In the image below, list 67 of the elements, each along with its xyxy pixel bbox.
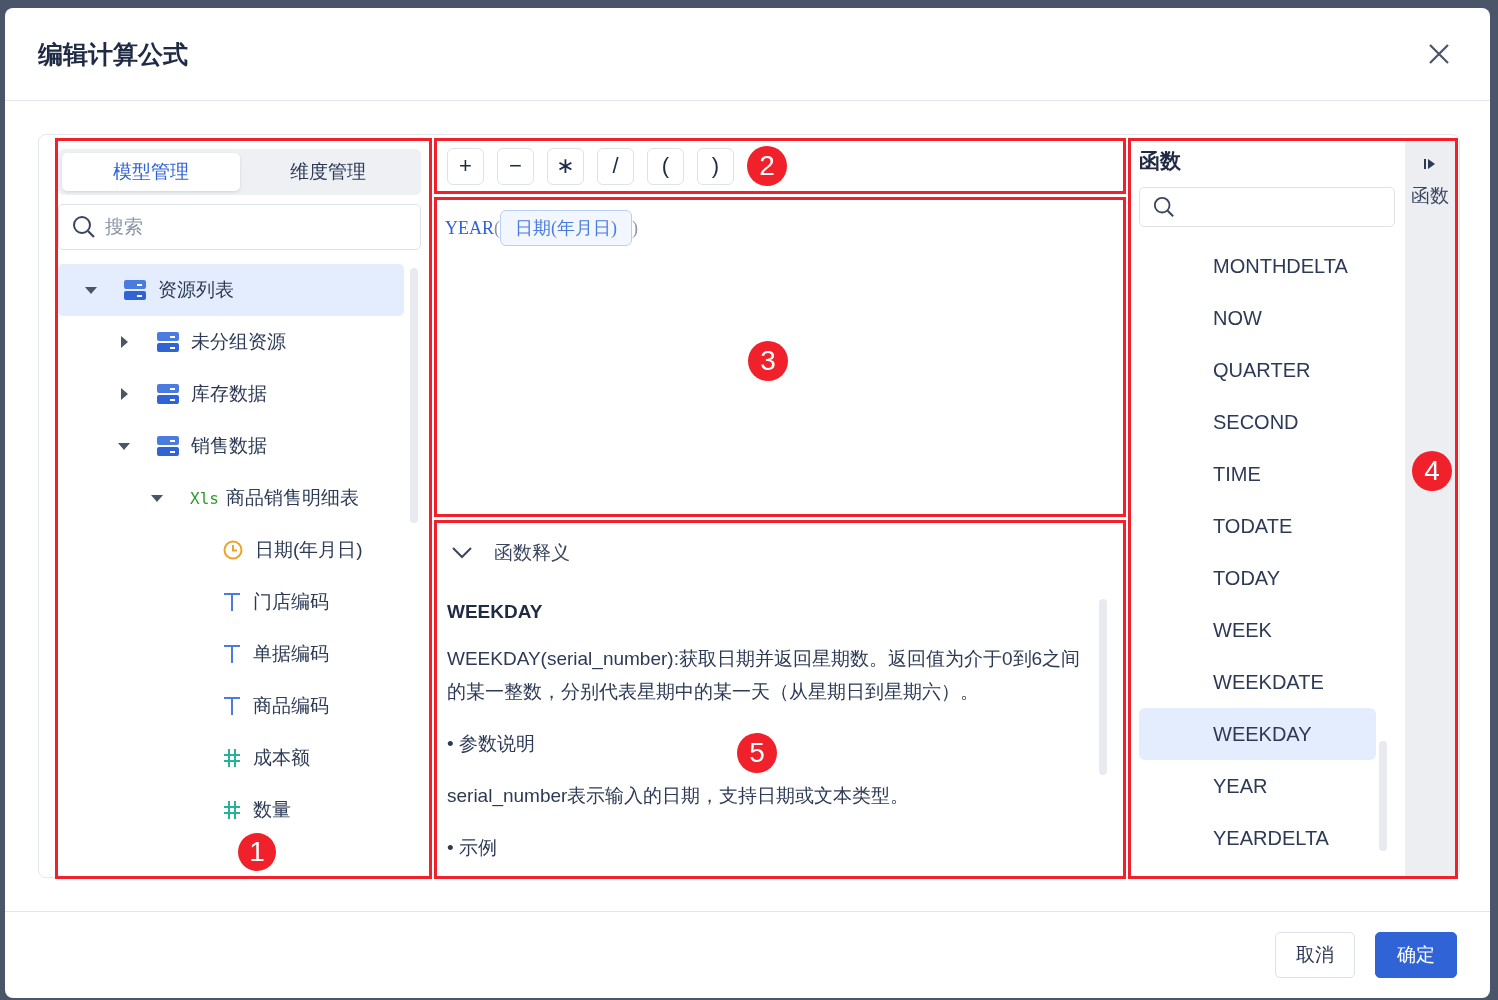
tree-item[interactable]: 销售数据 xyxy=(58,420,404,472)
chevron-icon xyxy=(452,547,472,559)
search-field[interactable] xyxy=(1139,187,1395,227)
function-item[interactable]: WEEKDATE xyxy=(1139,656,1376,708)
tree-item[interactable]: 成本额 xyxy=(58,732,404,784)
panel-title: 函数 xyxy=(1139,148,1182,174)
function-item[interactable]: WEEK xyxy=(1139,604,1376,656)
operator-button[interactable]: + xyxy=(447,147,484,185)
function-item[interactable]: TIME xyxy=(1139,448,1376,500)
expand-icon xyxy=(1423,157,1437,171)
annotation-badge: 1 xyxy=(238,833,276,871)
text-type-icon xyxy=(223,644,241,664)
tree-item[interactable]: 门店编码 xyxy=(58,576,404,628)
description-text: • 参数说明 xyxy=(447,732,535,756)
section-toggle[interactable]: 函数释义 xyxy=(447,523,1113,583)
annotation-badge: 3 xyxy=(748,341,788,381)
tab[interactable]: 维度管理 xyxy=(239,153,417,191)
close-icon[interactable] xyxy=(1428,43,1450,65)
database-icon xyxy=(157,383,179,405)
function-item[interactable]: YEAR xyxy=(1139,760,1376,812)
field-token[interactable]: 日期(年月日) xyxy=(500,210,632,246)
function-title: WEEKDAY xyxy=(447,601,544,623)
operator-button[interactable]: / xyxy=(597,147,634,185)
function-item[interactable]: QUARTER xyxy=(1139,344,1376,396)
paren: ( xyxy=(494,217,500,239)
tree-item[interactable]: 未分组资源 xyxy=(58,316,404,368)
search-field[interactable]: 搜索 xyxy=(58,204,421,250)
function-item[interactable]: YEARDELTA xyxy=(1139,812,1376,864)
annotation-badge: 5 xyxy=(737,733,777,773)
operator-button[interactable]: ∗ xyxy=(547,147,584,185)
hash-icon xyxy=(223,748,241,768)
function-item[interactable]: TODAY xyxy=(1139,552,1376,604)
tree-item[interactable]: Xls 商品销售明细表 xyxy=(58,472,404,524)
annotation-badge: 2 xyxy=(747,146,787,186)
function-item[interactable]: SECOND xyxy=(1139,396,1376,448)
cancel-button[interactable]: 取消 xyxy=(1275,932,1355,978)
database-icon xyxy=(124,279,146,301)
description-text: • 示例 xyxy=(447,836,497,860)
dialog-title: 编辑计算公式 xyxy=(38,38,188,70)
clock-icon xyxy=(223,540,243,560)
function-item[interactable]: WEEKDAY xyxy=(1139,708,1376,760)
confirm-button[interactable]: 确定 xyxy=(1375,932,1457,978)
paren: ) xyxy=(632,217,638,239)
tree-item[interactable]: 单据编码 xyxy=(58,628,404,680)
tree-item[interactable]: 数量 xyxy=(58,784,404,836)
search-icon xyxy=(72,215,96,239)
function-name: YEAR xyxy=(445,217,494,239)
description-text: serial_number表示输入的日期，支持日期或文本类型。 xyxy=(447,784,910,809)
database-icon xyxy=(157,435,179,457)
text-type-icon xyxy=(223,592,241,612)
operator-button[interactable]: ) xyxy=(697,147,734,185)
search-icon xyxy=(1153,196,1175,218)
function-item[interactable]: TODATE xyxy=(1139,500,1376,552)
tab[interactable]: 模型管理 xyxy=(62,153,240,191)
text-type-icon xyxy=(223,696,241,716)
function-item[interactable]: NOW xyxy=(1139,292,1376,344)
operator-button[interactable]: ( xyxy=(647,147,684,185)
operator-button[interactable]: − xyxy=(497,147,534,185)
tree-item[interactable]: 资源列表 xyxy=(58,264,404,316)
function-item[interactable]: MONTHDELTA xyxy=(1139,240,1376,292)
tree-item[interactable]: 日期(年月日) xyxy=(58,524,404,576)
tree-item[interactable]: 商品编码 xyxy=(58,680,404,732)
hash-icon xyxy=(223,800,241,820)
description-text: WEEKDAY(serial_number):获取日期并返回星期数。返回值为介于0到6之间的某一整数，分别代表星期中的某一天（从星期日到星期六）。 xyxy=(447,647,1082,704)
database-icon xyxy=(157,331,179,353)
formula-editor[interactable]: YEAR( 日期(年月日) ) 3 xyxy=(434,197,1126,517)
tree-item[interactable]: 库存数据 xyxy=(58,368,404,420)
